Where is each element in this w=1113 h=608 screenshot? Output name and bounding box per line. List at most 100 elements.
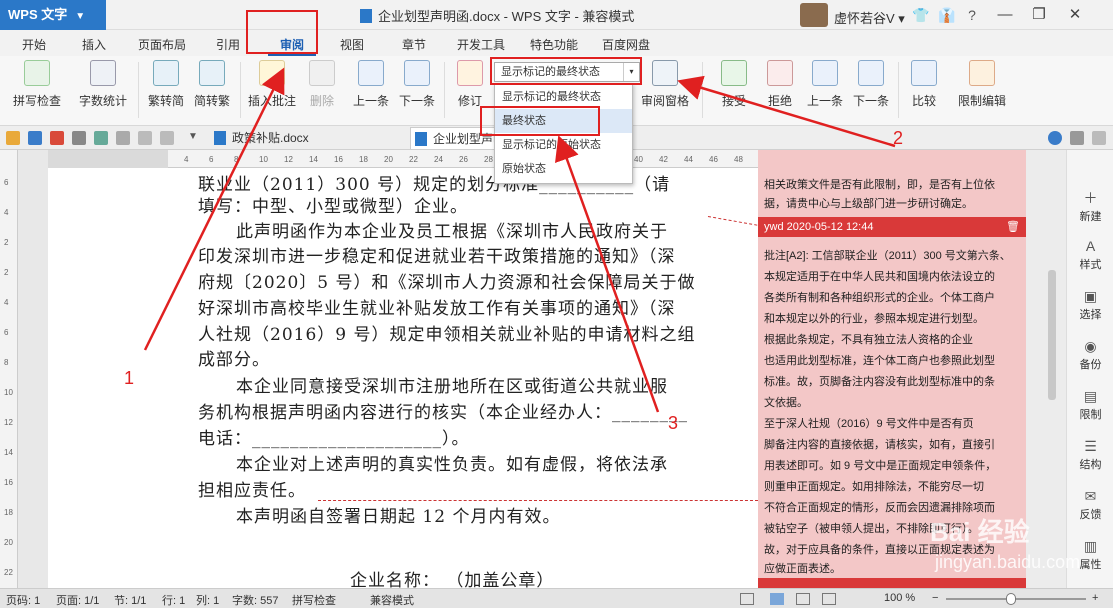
sidebar-item-label: 样式 — [1079, 259, 1102, 271]
prev-comment-label: 上一条 — [352, 94, 389, 108]
comment-text: 也适用此划型标准，连个体工商户也参照此划型 — [764, 355, 995, 367]
delete-comment-button[interactable]: 删除 — [302, 60, 342, 109]
insert-comment-button[interactable]: 插入批注 — [246, 60, 298, 109]
tab-insert[interactable]: 插入 — [82, 36, 106, 53]
tab-reference[interactable]: 引用 — [216, 36, 240, 53]
comment-text: 各类所有制和各种组织形式的企业。个体工商户 — [764, 292, 995, 304]
sidebar-item-backup[interactable]: ◉ 备份 — [1067, 338, 1113, 372]
review-pane-icon — [652, 60, 678, 86]
menu-item-original[interactable]: 原始状态 — [495, 157, 632, 181]
word-count-button[interactable]: 字数统计 — [74, 60, 132, 109]
reject-button[interactable]: 拒绝 — [758, 60, 802, 109]
document-page[interactable]: 联业业（2011）300 号）规定的划分标准__________（请 填写：中型… — [48, 168, 758, 588]
minimize-icon[interactable]: — — [990, 0, 1020, 30]
annotation-label-3: 3 — [668, 413, 679, 433]
tab-start[interactable]: 开始 — [22, 36, 46, 53]
outline-view-icon[interactable] — [796, 593, 810, 605]
sidebar-item-structure[interactable]: ☰ 结构 — [1067, 438, 1113, 472]
close-icon[interactable]: ✕ — [1060, 0, 1090, 30]
sidebar-item-label: 结构 — [1079, 459, 1102, 471]
open-folder-icon[interactable] — [6, 131, 20, 145]
annotation-label-2: 2 — [893, 128, 904, 148]
export-pdf-icon[interactable] — [50, 131, 64, 145]
print-preview-icon[interactable] — [94, 131, 108, 145]
sidebar-item-select[interactable]: ▣ 选择 — [1067, 288, 1113, 322]
scrollbar-thumb[interactable] — [1048, 270, 1056, 400]
chevron-down-icon: ▼ — [75, 11, 86, 22]
spell-check-label: 拼写检查 — [12, 94, 61, 108]
status-row: 行: 1 — [162, 595, 186, 607]
prev-comment-button[interactable]: 上一条 — [350, 60, 392, 109]
status-col: 列: 1 — [196, 595, 220, 607]
chevron-down-icon[interactable]: ▼ — [188, 131, 202, 145]
page-view-icon[interactable] — [770, 593, 784, 605]
prev-change-button[interactable]: 上一条 — [804, 60, 846, 109]
new-icon: ＋ — [1083, 190, 1098, 206]
print-icon[interactable] — [72, 131, 86, 145]
zoom-slider-handle[interactable] — [1006, 593, 1016, 605]
sidebar-item-restrict[interactable]: ▤ 限制 — [1067, 388, 1113, 422]
redo-icon[interactable] — [160, 131, 174, 145]
ruler-tick: 24 — [434, 155, 443, 164]
track-changes-button[interactable]: 修订 — [450, 60, 490, 109]
user-name-wrap: 虚怀若谷V ▾ — [834, 8, 905, 27]
skin-icon[interactable]: 👕 — [912, 7, 929, 24]
tab-features[interactable]: 特色功能 — [530, 36, 578, 53]
save-icon[interactable] — [28, 131, 42, 145]
trad-to-simp-button[interactable]: 繁转简 — [144, 60, 188, 109]
zoom-out-icon[interactable]: − — [932, 592, 938, 604]
next-comment-button[interactable]: 下一条 — [396, 60, 438, 109]
help-icon[interactable]: ? — [964, 7, 980, 23]
accept-button[interactable]: 接受 — [712, 60, 756, 109]
share-icon[interactable] — [1070, 131, 1084, 145]
simp-to-trad-button[interactable]: 简转繁 — [190, 60, 234, 109]
delete-comment-icon — [309, 60, 335, 86]
trash-icon[interactable]: 🗑 — [1006, 217, 1020, 237]
spell-check-button[interactable]: 拼写检查 — [6, 60, 68, 109]
comment-header — [758, 578, 1026, 588]
status-spell-check[interactable]: 拼写检查 — [292, 592, 336, 608]
sidebar-item-new[interactable]: ＋ 新建 — [1067, 190, 1113, 224]
ruler-tick: 22 — [4, 568, 13, 577]
restore-icon[interactable]: ❐ — [1024, 0, 1054, 30]
format-painter-icon[interactable] — [116, 131, 130, 145]
doc-tab-policy-subsidy[interactable]: 政策补贴.docx — [210, 127, 400, 149]
sidebar-item-style[interactable]: A 样式 — [1067, 238, 1113, 272]
tab-view[interactable]: 视图 — [340, 36, 364, 53]
ribbon-divider — [138, 62, 139, 118]
sidebar-item-label: 限制 — [1079, 409, 1102, 421]
cloud-icon[interactable] — [1048, 131, 1062, 145]
doc-line: 本企业对上述声明的真实性负责。如有虚假，将依法承 — [236, 455, 668, 475]
tab-baidu-netdisk[interactable]: 百度网盘 — [602, 36, 650, 53]
zoom-slider[interactable] — [946, 598, 1086, 600]
delete-comment-label: 删除 — [309, 94, 334, 108]
next-change-button[interactable]: 下一条 — [850, 60, 892, 109]
zoom-level[interactable]: 100 % — [884, 592, 915, 604]
menu-item-original-showing-markup[interactable]: 显示标记的原始状态 — [495, 133, 632, 157]
more-icon[interactable] — [1092, 131, 1106, 145]
tab-page-layout[interactable]: 页面布局 — [138, 36, 186, 53]
chevron-down-icon[interactable]: ▾ — [898, 11, 905, 26]
zoom-in-icon[interactable]: + — [1092, 592, 1098, 604]
sidebar-item-feedback[interactable]: ✉ 反馈 — [1067, 488, 1113, 522]
web-view-icon[interactable] — [822, 593, 836, 605]
full-screen-icon[interactable] — [740, 593, 754, 605]
tab-section[interactable]: 章节 — [402, 36, 426, 53]
comment-connector — [318, 500, 758, 501]
status-word-count[interactable]: 字数: 557 — [232, 592, 278, 608]
restrict-edit-button[interactable]: 限制编辑 — [954, 60, 1010, 109]
comment-text: 用表述即可。如 9 号文中是正面规定申领条件， — [764, 460, 997, 472]
tab-developer[interactable]: 开发工具 — [457, 36, 505, 53]
undo-icon[interactable] — [138, 131, 152, 145]
shirt-icon[interactable]: 👔 — [938, 7, 955, 24]
compare-button[interactable]: 比较 — [904, 60, 944, 109]
vertical-ruler[interactable]: 6 4 2 2 4 6 8 10 12 14 16 18 20 22 — [0, 150, 18, 588]
ruler-tick: 42 — [659, 155, 668, 164]
vertical-scrollbar[interactable] — [1026, 150, 1066, 588]
comment-header[interactable]: ywd 2020-05-12 12:44 🗑 — [758, 217, 1026, 237]
doc-line: 本企业同意接受深圳市注册地所在区或街道公共就业服 — [236, 377, 668, 397]
app-menu-button[interactable]: WPS 文字 ▼ — [0, 0, 106, 30]
review-pane-button[interactable]: 审阅窗格 — [638, 60, 692, 109]
avatar[interactable] — [800, 3, 828, 27]
doc-line: 务机构根据声明函内容进行的核实（本企业经办人：________ — [198, 403, 688, 423]
